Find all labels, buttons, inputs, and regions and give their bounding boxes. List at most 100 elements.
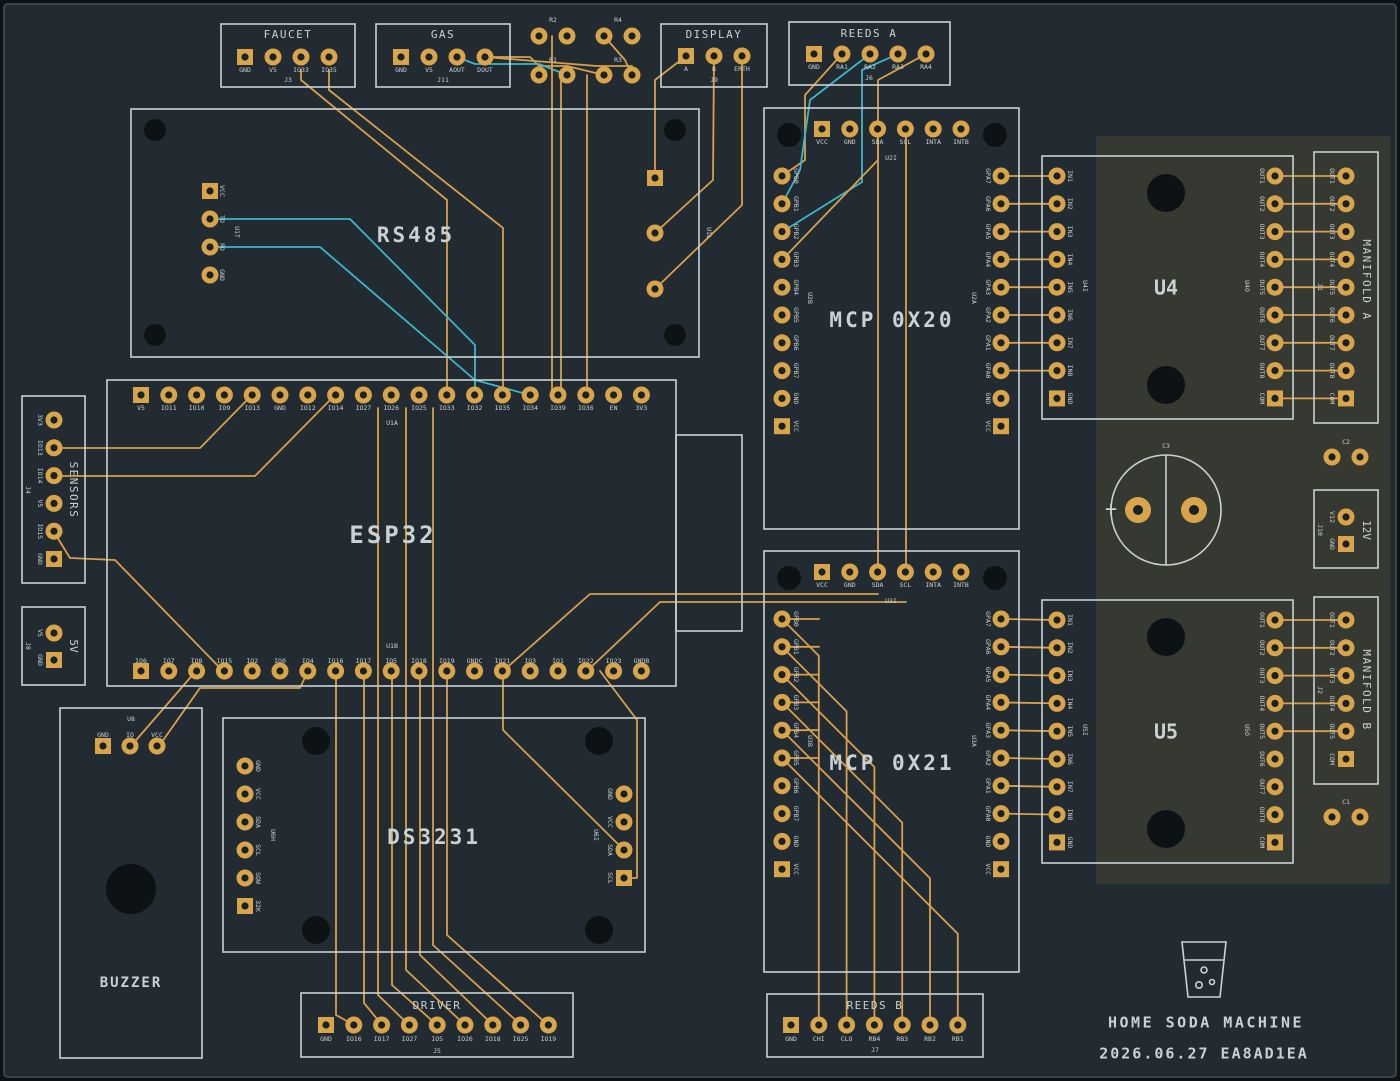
pin-label: SDA	[872, 581, 884, 589]
pin-label: GND	[36, 553, 44, 565]
sensors-ref: J4	[24, 486, 32, 494]
u5-ref-in: U5I	[1081, 724, 1089, 736]
pin-label: IO0	[274, 657, 286, 665]
pin-label: OUT5	[1258, 279, 1266, 295]
pad-drill	[304, 667, 312, 675]
pad-drill	[628, 32, 636, 40]
pad-drill	[241, 762, 249, 770]
pad-drill	[778, 339, 786, 347]
rs485-ref: U1T	[233, 226, 241, 238]
pad-drill	[153, 742, 161, 750]
c1-ref: C1	[1342, 798, 1350, 806]
pad-drill	[1271, 699, 1279, 708]
pin-label: IO5	[385, 657, 397, 665]
u5-ref-out: U5O	[1243, 724, 1251, 736]
pin-label: GND	[984, 836, 992, 848]
pin-label: V5	[425, 66, 433, 74]
pad-drill	[1271, 283, 1279, 291]
pin-label: GPA2	[984, 307, 992, 323]
driver-ref: J5	[433, 1047, 441, 1055]
pin-label: GPB2	[792, 224, 800, 240]
pin-label: GPB2	[792, 667, 800, 683]
pin-label: OUT4	[1258, 696, 1266, 712]
pin-label: CLO	[841, 1035, 853, 1043]
pin-label: GPA5	[984, 667, 992, 683]
pad-drill	[563, 71, 571, 79]
pad-drill	[325, 53, 333, 61]
c3-polarity: +	[1105, 497, 1117, 521]
c3-ref: C3	[1162, 442, 1170, 450]
pad-drill	[1053, 339, 1061, 347]
pin-label: OUT3	[1258, 224, 1266, 240]
pad-drill	[778, 671, 786, 679]
pin-label: GPB7	[792, 363, 800, 379]
pad-drill	[50, 629, 58, 637]
pin-label: IO15	[36, 523, 44, 539]
pad-drill	[1342, 200, 1350, 208]
pad-drill	[297, 53, 305, 61]
pin-label: IO34	[522, 404, 538, 412]
pin-label: GND	[792, 393, 800, 405]
pin-label: IO2	[246, 657, 258, 665]
pin-label: SCL	[900, 581, 912, 589]
pin-label: IN1	[1066, 614, 1074, 626]
pad-drill	[193, 667, 201, 675]
mounting-hole	[106, 864, 156, 914]
pad-drill	[1053, 644, 1061, 652]
pin-label: OUT1	[1258, 168, 1266, 184]
pad-drill	[387, 667, 395, 675]
pad-drill	[137, 667, 145, 675]
pin-label: OUT7	[1258, 779, 1266, 795]
pin-label: OUT2	[1258, 640, 1266, 656]
pad-drill	[498, 667, 506, 675]
pad-drill	[997, 698, 1005, 707]
pad-drill	[1271, 367, 1279, 375]
pad-drill	[1328, 453, 1336, 461]
pad-drill	[1271, 838, 1279, 847]
pad-drill	[443, 391, 451, 399]
pad-drill	[610, 667, 618, 675]
pin-label: IN4	[1066, 698, 1074, 710]
buzzer-label: BUZZER	[100, 975, 163, 991]
pin-label: GND	[844, 581, 856, 589]
pin-label: VCC	[816, 138, 828, 146]
pad-drill	[471, 667, 479, 675]
pin-label: IO21	[495, 657, 511, 665]
pin-label: OUT2	[1328, 640, 1336, 656]
pin-label: SCL	[900, 138, 912, 146]
pin-label: GPA6	[984, 196, 992, 212]
pin-label: IO32	[467, 404, 483, 412]
r2-ref: R2	[549, 16, 557, 24]
pin-label: GPA4	[984, 252, 992, 268]
pad-drill	[461, 1021, 469, 1029]
pin-label: OUT3	[1328, 668, 1336, 684]
pin-label: GPB5	[792, 750, 800, 766]
pin-label: OUT4	[1328, 696, 1336, 712]
pin-label: GPB0	[792, 168, 800, 184]
pin-label: IO12	[300, 404, 316, 412]
pin-label: IO27	[402, 1035, 418, 1043]
pad-drill	[1342, 228, 1350, 236]
mcp_a-ref-left: U2B	[806, 292, 814, 304]
pad-drill	[1053, 838, 1061, 847]
pad-drill	[778, 615, 786, 623]
pad-drill	[846, 568, 854, 576]
mcp_a-ref-right: U2A	[970, 292, 978, 304]
pad-drill	[778, 810, 786, 818]
pad-drill	[1053, 616, 1061, 624]
mcp_a-label: MCP 0X20	[829, 308, 954, 332]
mounting-hole	[777, 123, 801, 147]
pad-drill	[471, 391, 479, 399]
pad-drill	[563, 32, 571, 40]
pin-label: IO8	[191, 657, 203, 665]
pin-label: INTA	[925, 138, 941, 146]
pad-drill	[1342, 616, 1350, 624]
pad-drill	[620, 874, 628, 882]
pin-label: GPA0	[984, 806, 992, 822]
pin-label: IO11	[161, 404, 177, 412]
mounting-hole	[302, 727, 330, 755]
pin-label: IO16	[328, 657, 344, 665]
pin-label: IN2	[1066, 642, 1074, 654]
pad-drill	[126, 742, 134, 750]
pin-label: IO9	[219, 404, 231, 412]
